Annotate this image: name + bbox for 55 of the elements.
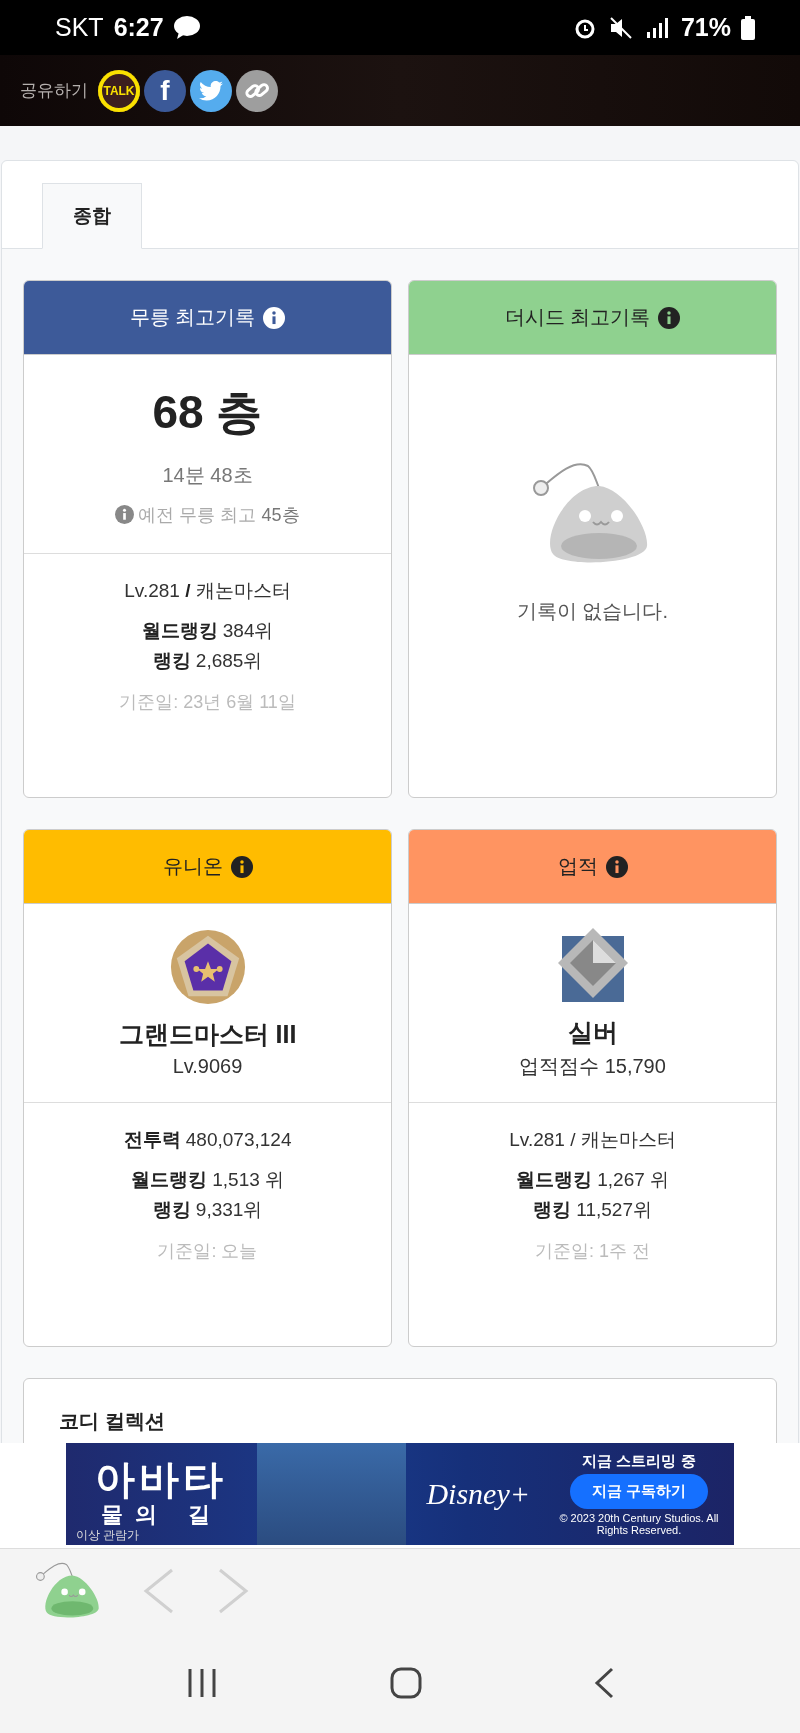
reference-date: 기준일: 23년 6월 11일 (119, 691, 296, 714)
signal-icon (644, 15, 671, 40)
ranking-text: 월드랭킹 1,267 위 (515, 1168, 670, 1192)
card-title: 업적 (557, 854, 598, 879)
ad-subtitle: 물의 길 (101, 1501, 222, 1529)
age-rating: 이상 관람가 (76, 1527, 140, 1544)
share-button[interactable]: f (144, 69, 186, 112)
share-button[interactable] (190, 69, 232, 112)
ranking-text: 랭킹 2,685위 (152, 649, 263, 673)
character-info: 전투력 480,073,124 (123, 1128, 292, 1152)
share-button[interactable]: TALK (98, 69, 140, 112)
ad-headline: 지금 스트리밍 중 (582, 1452, 696, 1471)
ad-title: 아바타 (95, 1458, 228, 1500)
mute-icon (608, 15, 633, 40)
back-icon[interactable] (594, 1667, 614, 1699)
clear-time: 14분 48초 (162, 462, 253, 488)
card-title: 무릉 최고기록 (129, 305, 256, 330)
reference-date: 기준일: 오늘 (157, 1240, 258, 1263)
info-icon[interactable] (230, 855, 253, 878)
pentagon-medal-icon (168, 928, 247, 1006)
tab[interactable]: 종합 (42, 183, 142, 249)
bird-icon (199, 80, 223, 101)
character-info: Lv.281 / 캐논마스터 (509, 1128, 676, 1152)
grade-name: 실버 (567, 1017, 618, 1048)
ranking-text: 월드랭킹 1,513 위 (130, 1168, 285, 1192)
previous-record: 예전 무릉 최고 45층 (138, 503, 300, 527)
info-icon[interactable] (263, 306, 286, 329)
recent-apps-icon[interactable] (186, 1669, 218, 1697)
home-icon[interactable] (390, 1667, 422, 1699)
ranking-text: 랭킹 11,527위 (533, 1198, 652, 1222)
share-label: 공유하기 (20, 80, 88, 102)
card-title: 유니온 (162, 854, 223, 879)
grade-name: 그랜드마스터 III (118, 1019, 297, 1050)
clock-text: 6:27 (113, 13, 164, 42)
reference-date: 기준일: 1주 전 (535, 1240, 650, 1263)
battery-icon (741, 15, 755, 40)
character-info: Lv.281 / 캐논마스터 (124, 579, 291, 603)
share-button[interactable] (236, 69, 278, 112)
info-icon[interactable] (658, 306, 681, 329)
floor-value: 68 층 (152, 384, 263, 440)
battery-text: 71% (680, 13, 731, 42)
subscribe-button[interactable]: 지금 구독하기 (569, 1474, 709, 1509)
copyright-text: © 2023 20th Century Studios. All Rights Reserved. (558, 1512, 720, 1536)
empty-message: 기록이 없습니다. (516, 598, 669, 624)
chat-bubble-icon (173, 15, 200, 40)
grade-detail: Lv.9069 (172, 1055, 243, 1078)
brand-text: Disney+ (426, 1477, 530, 1511)
grade-detail: 업적점수 15,790 (519, 1054, 666, 1079)
ranking-text: 랭킹 9,331위 (152, 1198, 263, 1222)
section-title: 코디 컬렉션 (59, 1409, 166, 1434)
ad-banner[interactable]: 아바타 물의 길 이상 관람가 Disney+ 지금 스트리밍 중 지금 구독하기 © 2023 20th Century Studios. All Rights Reserved. (66, 1443, 734, 1545)
ranking-text: 월드랭킹 384위 (141, 619, 274, 643)
card-title: 더시드 최고기록 (504, 305, 651, 330)
info-icon[interactable] (605, 855, 628, 878)
carrier-text: SKT (55, 13, 104, 42)
